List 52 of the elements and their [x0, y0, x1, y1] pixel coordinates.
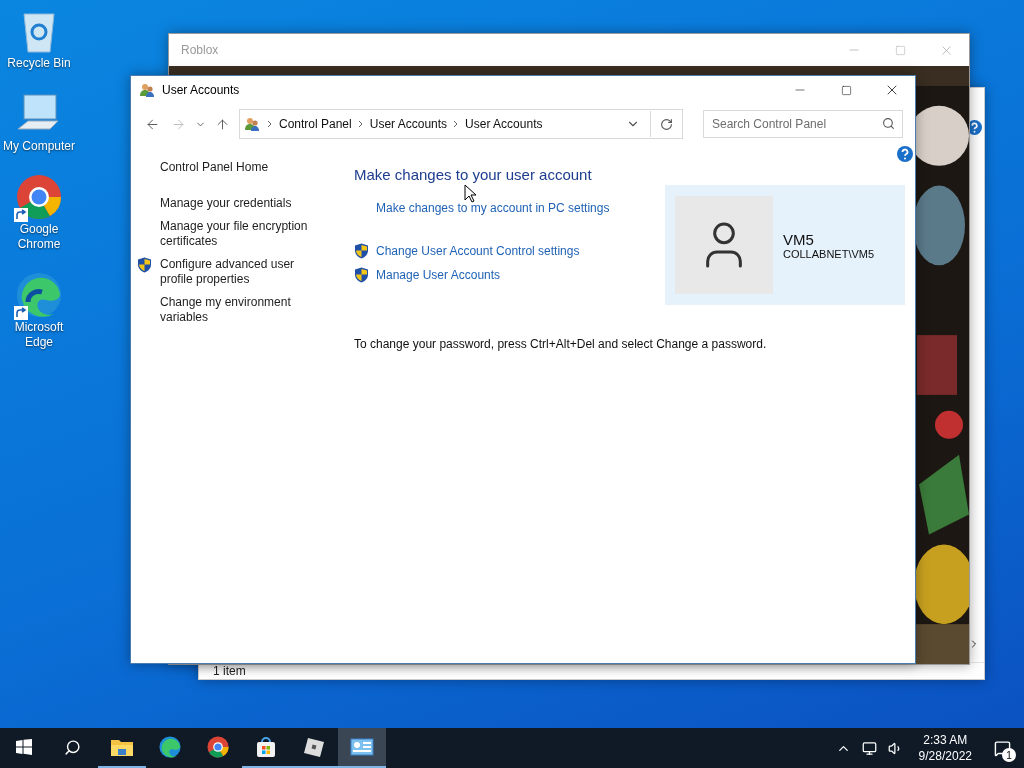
breadcrumb[interactable]: User Accounts [369, 117, 448, 131]
desktop-icon-label[interactable]: Microsoft Edge [1, 320, 77, 350]
network-icon [862, 740, 878, 756]
shield-icon [354, 243, 369, 259]
notifications-button[interactable]: 1 [984, 728, 1020, 768]
chrome-icon [206, 735, 230, 759]
window-title: User Accounts [162, 83, 241, 97]
account-name: VM5 [783, 230, 815, 248]
store-bag-icon [255, 736, 277, 758]
edge-icon [158, 735, 182, 759]
maximize-icon [840, 84, 852, 96]
mouse-cursor-icon [464, 184, 476, 203]
breadcrumb[interactable]: User Accounts [465, 117, 543, 131]
window-title: Roblox [181, 43, 220, 57]
chevron-right-icon [267, 120, 273, 128]
search-icon [882, 117, 895, 130]
search-field[interactable]: Search Control Panel [703, 110, 903, 138]
users-icon [139, 82, 156, 98]
address-bar[interactable]: Control Panel User Accounts User Accounts [239, 109, 683, 139]
task-link[interactable]: Change User Account Control settings [354, 243, 665, 259]
forward-arrow-icon [170, 116, 186, 132]
task-link[interactable]: Manage User Accounts [354, 267, 665, 283]
edge-icon [14, 270, 64, 320]
sidebar-link[interactable]: Control Panel Home [137, 160, 331, 175]
taskbar-app-button[interactable] [338, 728, 386, 768]
desktop-icon-label[interactable]: Recycle Bin [1, 56, 77, 71]
sidebar-link[interactable]: Configure advanced user profile properties [137, 257, 331, 287]
search-icon [63, 738, 81, 756]
page-heading: Make changes to your user account [354, 166, 593, 183]
windows-logo-icon [16, 739, 32, 755]
status-text: 1 item [213, 664, 246, 678]
chrome-icon [14, 172, 64, 222]
folder-icon [110, 737, 134, 757]
chevron-right-icon [453, 120, 460, 128]
notification-count: 1 [1002, 748, 1016, 762]
breadcrumb[interactable]: Control Panel [279, 117, 352, 131]
task-link[interactable]: Make changes to my account in PC settings [354, 201, 665, 215]
account-domain: COLLABNET\VM5 [783, 247, 875, 260]
shield-icon [137, 257, 152, 273]
maximize-icon [894, 44, 906, 56]
sidebar-link[interactable]: Manage your file encryption certificates [137, 219, 331, 249]
sidebar-link[interactable]: Change my environment variables [137, 295, 331, 325]
clock[interactable]: 2:33 AM 9/28/2022 [910, 732, 980, 764]
desktop-icon-label[interactable]: Google Chrome [1, 222, 77, 252]
chevron-right-icon [357, 120, 364, 128]
desktop-icon-label[interactable]: My Computer [1, 139, 77, 154]
control-panel-icon [350, 737, 374, 757]
refresh-icon [660, 117, 673, 131]
shield-icon [354, 267, 369, 283]
sidebar-link[interactable]: Manage your credentials [137, 196, 331, 211]
users-icon [244, 116, 261, 132]
password-note: To change your password, press Ctrl+Alt+Del and select Change a password. [354, 337, 768, 351]
